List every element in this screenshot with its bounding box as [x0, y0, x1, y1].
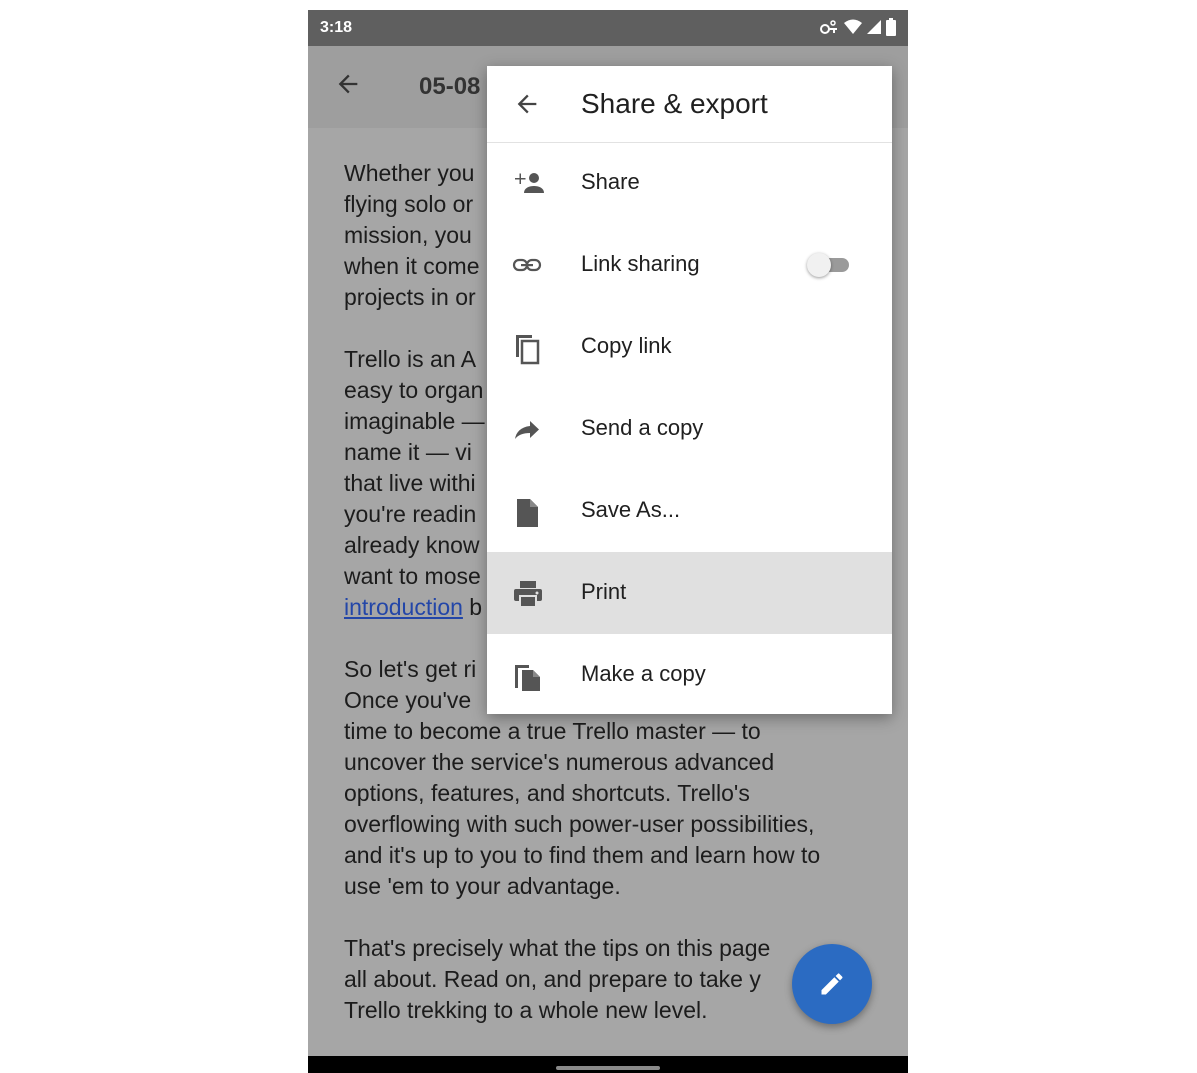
- menu-item-label: Share: [581, 169, 640, 194]
- link-icon: [512, 251, 542, 281]
- menu-item-send-a-copy[interactable]: Send a copy: [487, 388, 892, 470]
- document-title: 05-08: [419, 73, 481, 100]
- signal-icon: [867, 19, 881, 40]
- file-icon: [512, 497, 542, 527]
- status-time: 3:18: [320, 19, 353, 36]
- menu-item-label: Save As...: [581, 497, 681, 522]
- add-person-icon: [512, 169, 544, 199]
- wifi-icon: [844, 19, 862, 40]
- phone-screen: 3:18 05-08 Whether you flying solo or mi…: [308, 10, 908, 1073]
- menu-item-make-a-copy[interactable]: Make a copy: [487, 634, 892, 716]
- print-icon: [512, 579, 542, 609]
- pencil-icon: [821, 973, 843, 995]
- introduction-link[interactable]: introduction: [344, 594, 463, 620]
- vpn-key-icon: [819, 19, 839, 40]
- menu-title: Share & export: [581, 88, 768, 119]
- menu-item-copy-link[interactable]: Copy link: [487, 306, 892, 388]
- menu-item-label: Make a copy: [581, 661, 706, 686]
- menu-item-link-sharing[interactable]: Link sharing: [487, 224, 892, 306]
- home-handle[interactable]: [556, 1066, 660, 1070]
- navigation-bar: [308, 1056, 908, 1073]
- share-export-menu: Share & export Share Link sharing Copy l…: [487, 66, 892, 714]
- menu-header: Share & export: [487, 66, 892, 143]
- forward-arrow-icon: [512, 415, 542, 445]
- link-sharing-toggle[interactable]: [807, 253, 853, 277]
- menu-item-label: Send a copy: [581, 415, 704, 440]
- menu-item-label: Copy link: [581, 333, 672, 358]
- copy-icon: [512, 333, 542, 365]
- paragraph-text: Trello is an A easy to organ imaginable …: [344, 346, 485, 589]
- file-copy-icon: [512, 661, 542, 691]
- battery-icon: [886, 18, 896, 41]
- menu-item-print[interactable]: Print: [487, 552, 892, 634]
- toggle-thumb: [807, 253, 831, 277]
- edit-fab-button[interactable]: [792, 944, 872, 1024]
- menu-item-share[interactable]: Share: [487, 142, 892, 224]
- link-suffix: b: [462, 594, 483, 620]
- menu-back-arrow-icon[interactable]: [513, 90, 541, 123]
- menu-item-label: Print: [581, 579, 627, 604]
- back-arrow-icon[interactable]: [334, 70, 362, 104]
- menu-item-save-as[interactable]: Save As...: [487, 470, 892, 552]
- status-bar: 3:18: [308, 10, 908, 46]
- status-icons: [819, 18, 896, 41]
- menu-item-label: Link sharing: [581, 251, 700, 276]
